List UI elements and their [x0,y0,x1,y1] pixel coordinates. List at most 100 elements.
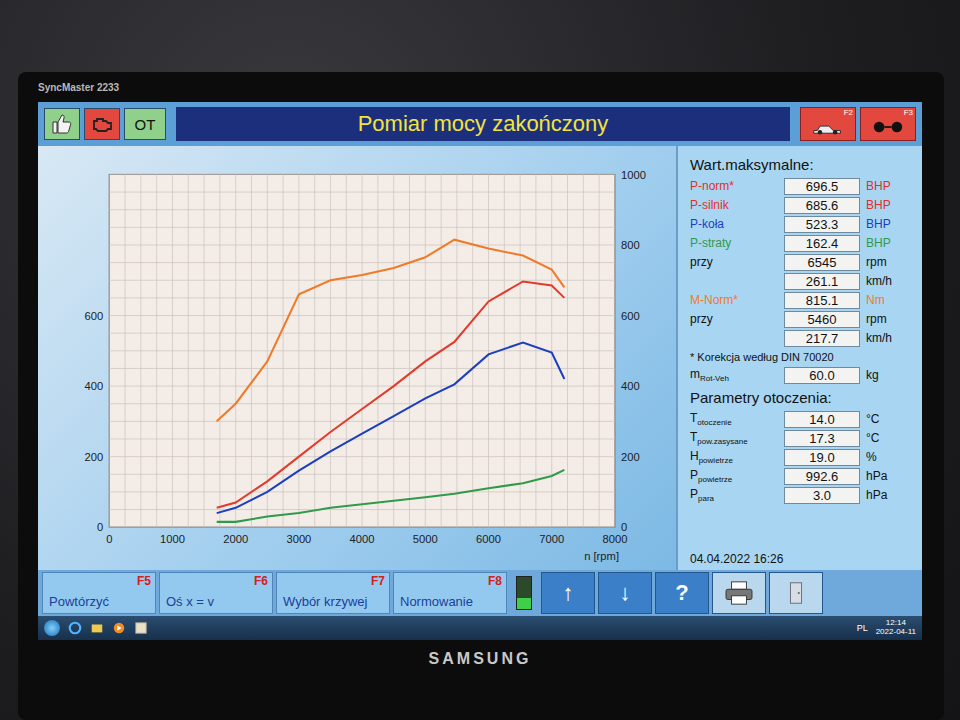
tool-button[interactable]: ↑ [541,572,595,614]
start-button[interactable] [44,620,60,636]
maxima-row: 217.7km/h [690,329,914,347]
row-value: 696.5 [784,178,860,195]
function-key-label: F6 [254,574,268,588]
system-tray: PL 12:142022-04-11 [857,619,916,637]
grid-line [109,297,615,298]
monitor-top-bezel: SyncMaster 2233 [38,72,922,102]
function-button[interactable]: F5Powtórzyć [42,572,156,614]
grid-line [109,421,615,422]
results-panel: Wart.maksymalne:P-norm*696.5BHPP-silnik6… [676,146,922,570]
x-axis-label: n [rpm] [584,550,619,562]
row-label: M-Norm* [690,293,778,307]
folder-icon[interactable] [90,621,104,635]
row-unit: rpm [866,255,910,269]
function-key-label: F7 [371,574,385,588]
row-unit: hPa [866,469,910,483]
function-key-label: F2 [844,108,853,117]
x-tick: 7000 [539,533,564,545]
grid-line [109,438,615,439]
function-bar: F5Powtórzyć F6 Oś x = v F7Wybór krzywejF8No… [38,570,922,616]
right-axis-tick: 600 [621,310,640,322]
x-tick: 2000 [223,533,248,545]
row-value: 162.4 [784,235,860,252]
row-label: Tpow.zasysane [690,430,778,446]
maxima-row: P-silnik685.6BHP [690,196,914,214]
tool-button[interactable] [769,572,823,614]
tool-button[interactable]: ? [655,572,709,614]
grid-line [109,491,615,492]
grid-line [109,368,615,369]
function-button[interactable]: F8Normowanie [393,572,507,614]
ambient-row: Ppowietrze992.6hPa [690,467,914,485]
x-tick: 5000 [413,533,438,545]
x-tick: 0 [106,533,112,545]
row-unit: rpm [866,312,910,326]
app-icon[interactable] [134,621,148,635]
grid-line [109,244,615,245]
plot-area [109,174,615,527]
row-value: 217.7 [784,330,860,347]
row-value: 3.0 [784,487,860,504]
series-line [217,281,565,507]
row-unit: °C [866,412,910,426]
row-label: Ppara [690,487,778,503]
row-value: 19.0 [784,449,860,466]
ambient-row: Tpow.zasysane17.3°C [690,429,914,447]
grid-line [109,192,615,193]
row-unit: BHP [866,179,910,193]
left-axis-tick: 600 [84,310,103,322]
media-player-icon[interactable] [112,621,126,635]
left-axis-tick: 0 [97,521,103,533]
function-button[interactable]: F7Wybór krzywej [276,572,390,614]
grid-line [109,280,615,281]
ambient-title: Parametry otoczenia: [690,389,914,406]
row-label: przy [690,312,778,326]
row-label: P-straty [690,236,778,250]
monitor-brand: SAMSUNG [429,650,532,668]
row-unit: km/h [866,274,910,288]
level-meter [516,576,532,610]
main-area: 010002000300040005000600070008000n [rpm]… [38,146,922,570]
function-label: Oś x = v [166,594,214,609]
right-axis-tick: 400 [621,380,640,392]
row-label: mRot-Veh [690,367,778,383]
maxima-row: 261.1 km/h [690,272,914,290]
series-line [217,240,565,422]
thumbs-up-icon [50,112,74,136]
monitor-bottom-bezel: SAMSUNG [38,640,922,720]
right-axis-tick: 1000 [621,169,646,181]
series-line [217,343,565,514]
grid-line [109,527,615,528]
maxima-row: P-straty162.4BHP [690,234,914,252]
clock[interactable]: 12:142022-04-11 [876,619,916,637]
maxima-row: przy 6545 rpm [690,253,914,271]
chart-panel: 010002000300040005000600070008000n [rpm]… [38,146,676,570]
maxima-title: Wart.maksymalne: [690,156,914,173]
tool-button[interactable]: ↓ [598,572,652,614]
x-tick: 6000 [476,533,501,545]
browser-icon[interactable] [68,621,82,635]
row-unit: % [866,450,910,464]
mass-row: mRot-Veh60.0kg [690,366,914,384]
grid-line [109,227,615,228]
photo-scene: SyncMaster 2233OTPomiar mocy zakończonyF… [0,0,960,720]
header-bar: OTPomiar mocy zakończonyF2F3 [38,102,922,146]
function-button[interactable]: F6 Oś x = v [159,572,273,614]
engine-button[interactable] [84,108,120,140]
header-function-button[interactable]: F3 [860,107,916,141]
row-unit: BHP [866,198,910,212]
row-value: 6545 [784,254,860,271]
row-value: 261.1 [784,273,860,290]
row-label: przy [690,255,778,269]
tool-button[interactable] [712,572,766,614]
language-indicator[interactable]: PL [857,623,868,633]
grid-line [109,209,615,210]
row-label: Totoczenie [690,411,778,427]
header-function-button[interactable]: F2 [800,107,856,141]
row-label: Ppowietrze [690,468,778,484]
tool-glyph: ? [675,580,688,606]
taskbar: PL 12:142022-04-11 [38,616,922,640]
ok-button[interactable] [44,108,80,140]
ot-button[interactable]: OT [124,108,166,140]
function-key-label: F3 [904,108,913,117]
